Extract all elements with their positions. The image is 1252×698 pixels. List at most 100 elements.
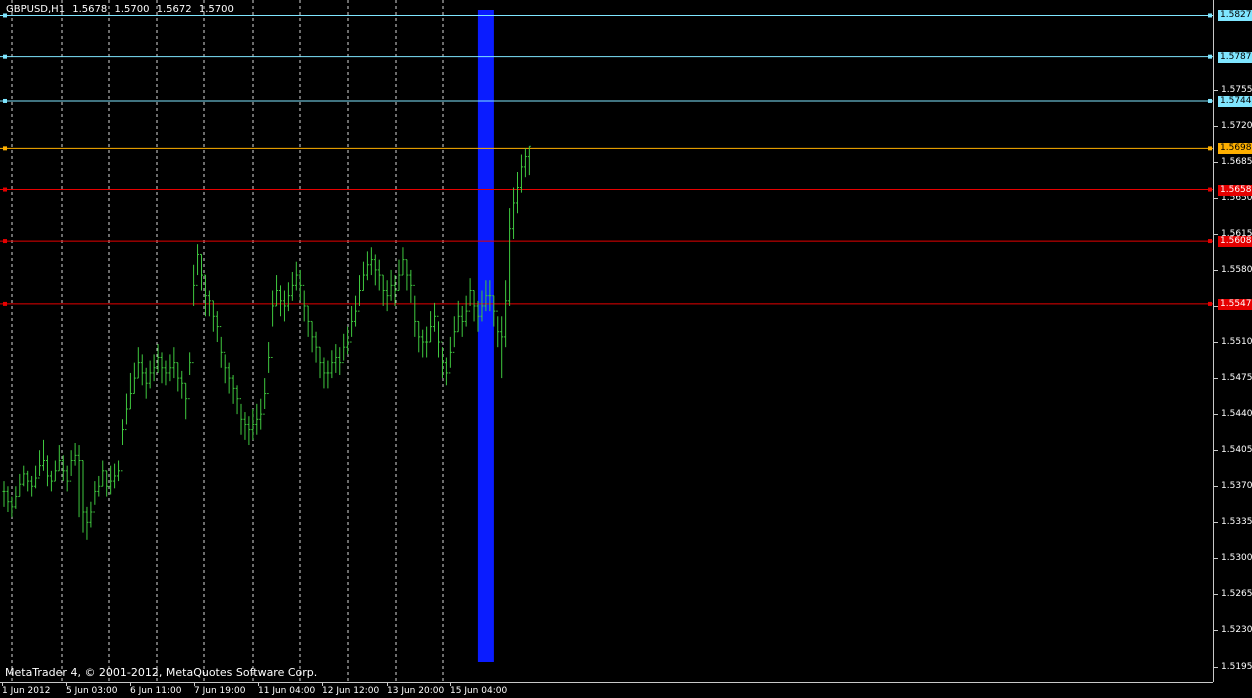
level-line-handle — [1208, 146, 1212, 151]
ohlc-bar — [298, 269, 302, 301]
time-tick-label: 15 Jun 04:00 — [450, 686, 508, 696]
ohlc-bar — [259, 398, 263, 430]
price-tick-label: 1.5265 — [1221, 589, 1252, 600]
ohlc-bar — [516, 172, 519, 214]
level-line-handle — [3, 54, 7, 59]
ohlc-bar — [128, 372, 132, 410]
ohlc-bar — [45, 455, 49, 487]
ohlc-bar — [361, 261, 365, 292]
level-price-badge[interactable]: 1.5744 — [1218, 95, 1252, 107]
ohlc-bar — [302, 284, 306, 322]
ohlc-bar — [6, 486, 10, 513]
high-price: 1.5700 — [114, 4, 150, 15]
price-tick-label: 1.5510 — [1221, 337, 1252, 348]
level-line-handle — [1208, 54, 1212, 59]
level-price-badge[interactable]: 1.5547 — [1218, 298, 1252, 310]
low-price: 1.5672 — [156, 4, 192, 15]
ohlc-bar — [53, 460, 57, 482]
ohlc-bar — [314, 331, 318, 363]
ohlc-bar — [196, 244, 200, 286]
ohlc-bar — [385, 280, 389, 312]
ohlc-bar — [10, 496, 14, 518]
ohlc-bar — [73, 442, 77, 466]
ohlc-bar — [42, 439, 45, 471]
ohlc-bar — [113, 463, 117, 489]
level-line-handle — [1208, 13, 1212, 18]
ohlc-bar — [22, 465, 26, 487]
price-tick — [1214, 161, 1218, 163]
ohlc-bar — [18, 473, 22, 498]
ohlc-bar — [271, 290, 275, 358]
price-axis[interactable]: 1.5755 1.5720 1.5685 1.5650 1.5615 1.5580 1.55… — [1213, 0, 1252, 682]
ohlc-bar — [275, 275, 279, 307]
ohlc-bar — [294, 261, 298, 291]
price-tick-label: 1.5475 — [1221, 373, 1252, 384]
ohlc-bar — [464, 295, 468, 327]
ohlc-bar — [397, 259, 401, 292]
price-chart[interactable] — [0, 0, 1213, 682]
ohlc-bar — [365, 251, 369, 281]
ohlc-bar — [338, 347, 342, 375]
symbol-label: GBPUSD,H1 — [6, 4, 66, 15]
ohlc-bar — [247, 416, 251, 446]
ohlc-bar — [282, 290, 286, 322]
price-tick-label: 1.5685 — [1221, 156, 1252, 167]
ohlc-bar — [433, 302, 437, 332]
ohlc-bar — [401, 247, 405, 276]
ohlc-bar — [369, 247, 373, 276]
level-price-badge[interactable]: 1.5658 — [1218, 184, 1252, 196]
plot-area[interactable] — [0, 0, 1213, 682]
ohlc-bar — [97, 475, 101, 497]
ohlc-bar — [444, 357, 448, 386]
price-tick-label: 1.5195 — [1221, 661, 1252, 672]
chart-window[interactable]: GBPUSD,H1 1.5678 1.5700 1.5672 1.5700 Me… — [0, 0, 1252, 698]
ohlc-bar — [57, 445, 61, 472]
ohlc-bar — [180, 370, 184, 399]
ohlc-bar — [132, 362, 136, 395]
level-price-badge[interactable]: 1.5787 — [1218, 51, 1252, 63]
copyright-label: MetaTrader 4, © 2001-2012, MetaQuotes So… — [5, 666, 318, 679]
ohlc-bar — [425, 326, 429, 358]
ohlc-bar — [93, 481, 97, 513]
price-tick-label: 1.5405 — [1221, 445, 1252, 456]
ohlc-bar — [69, 450, 73, 482]
level-price-badge[interactable]: 1.5698 — [1218, 143, 1252, 155]
price-tick — [1214, 594, 1218, 596]
price-tick — [1214, 89, 1218, 91]
ohlc-bar — [429, 311, 433, 343]
price-tick — [1214, 378, 1218, 380]
ohlc-bar — [334, 344, 338, 373]
price-tick — [1214, 125, 1218, 127]
ohlc-bar — [207, 290, 211, 317]
ohlc-bar — [413, 284, 417, 337]
level-line-handle — [3, 187, 7, 192]
time-axis[interactable]: 1 Jun 2012 5 Jun 03:00 6 Jun 11:00 7 Jun 19… — [0, 682, 1213, 698]
level-line-handle — [1208, 187, 1212, 192]
ohlc-bar — [49, 470, 53, 492]
level-price-badge[interactable]: 1.5608 — [1218, 236, 1252, 248]
ohlc-bar — [81, 460, 85, 533]
price-tick-label: 1.5580 — [1221, 264, 1252, 275]
chart-header: GBPUSD,H1 1.5678 1.5700 1.5672 1.5700 — [6, 4, 238, 15]
ohlc-bar — [2, 481, 6, 507]
ohlc-bar — [263, 378, 267, 415]
level-price-badge[interactable]: 1.5827 — [1218, 10, 1252, 22]
ohlc-bar — [176, 362, 180, 392]
level-line-handle — [3, 98, 7, 103]
price-tick-label: 1.5755 — [1221, 84, 1252, 95]
ohlc-bar — [527, 145, 531, 176]
ohlc-bar — [310, 320, 314, 353]
ohlc-bar — [437, 315, 440, 358]
ohlc-bar — [34, 465, 38, 489]
ohlc-bar — [377, 259, 381, 291]
ohlc-bar — [504, 280, 508, 348]
price-tick — [1214, 269, 1218, 271]
ohlc-bar — [358, 275, 361, 312]
price-tick — [1214, 414, 1218, 416]
ohlc-bar — [290, 271, 294, 301]
ohlc-bar — [235, 385, 239, 415]
ohlc-bar — [421, 329, 425, 358]
ohlc-bar — [243, 412, 247, 440]
ohlc-bar — [160, 352, 164, 384]
price-tick — [1214, 522, 1218, 524]
